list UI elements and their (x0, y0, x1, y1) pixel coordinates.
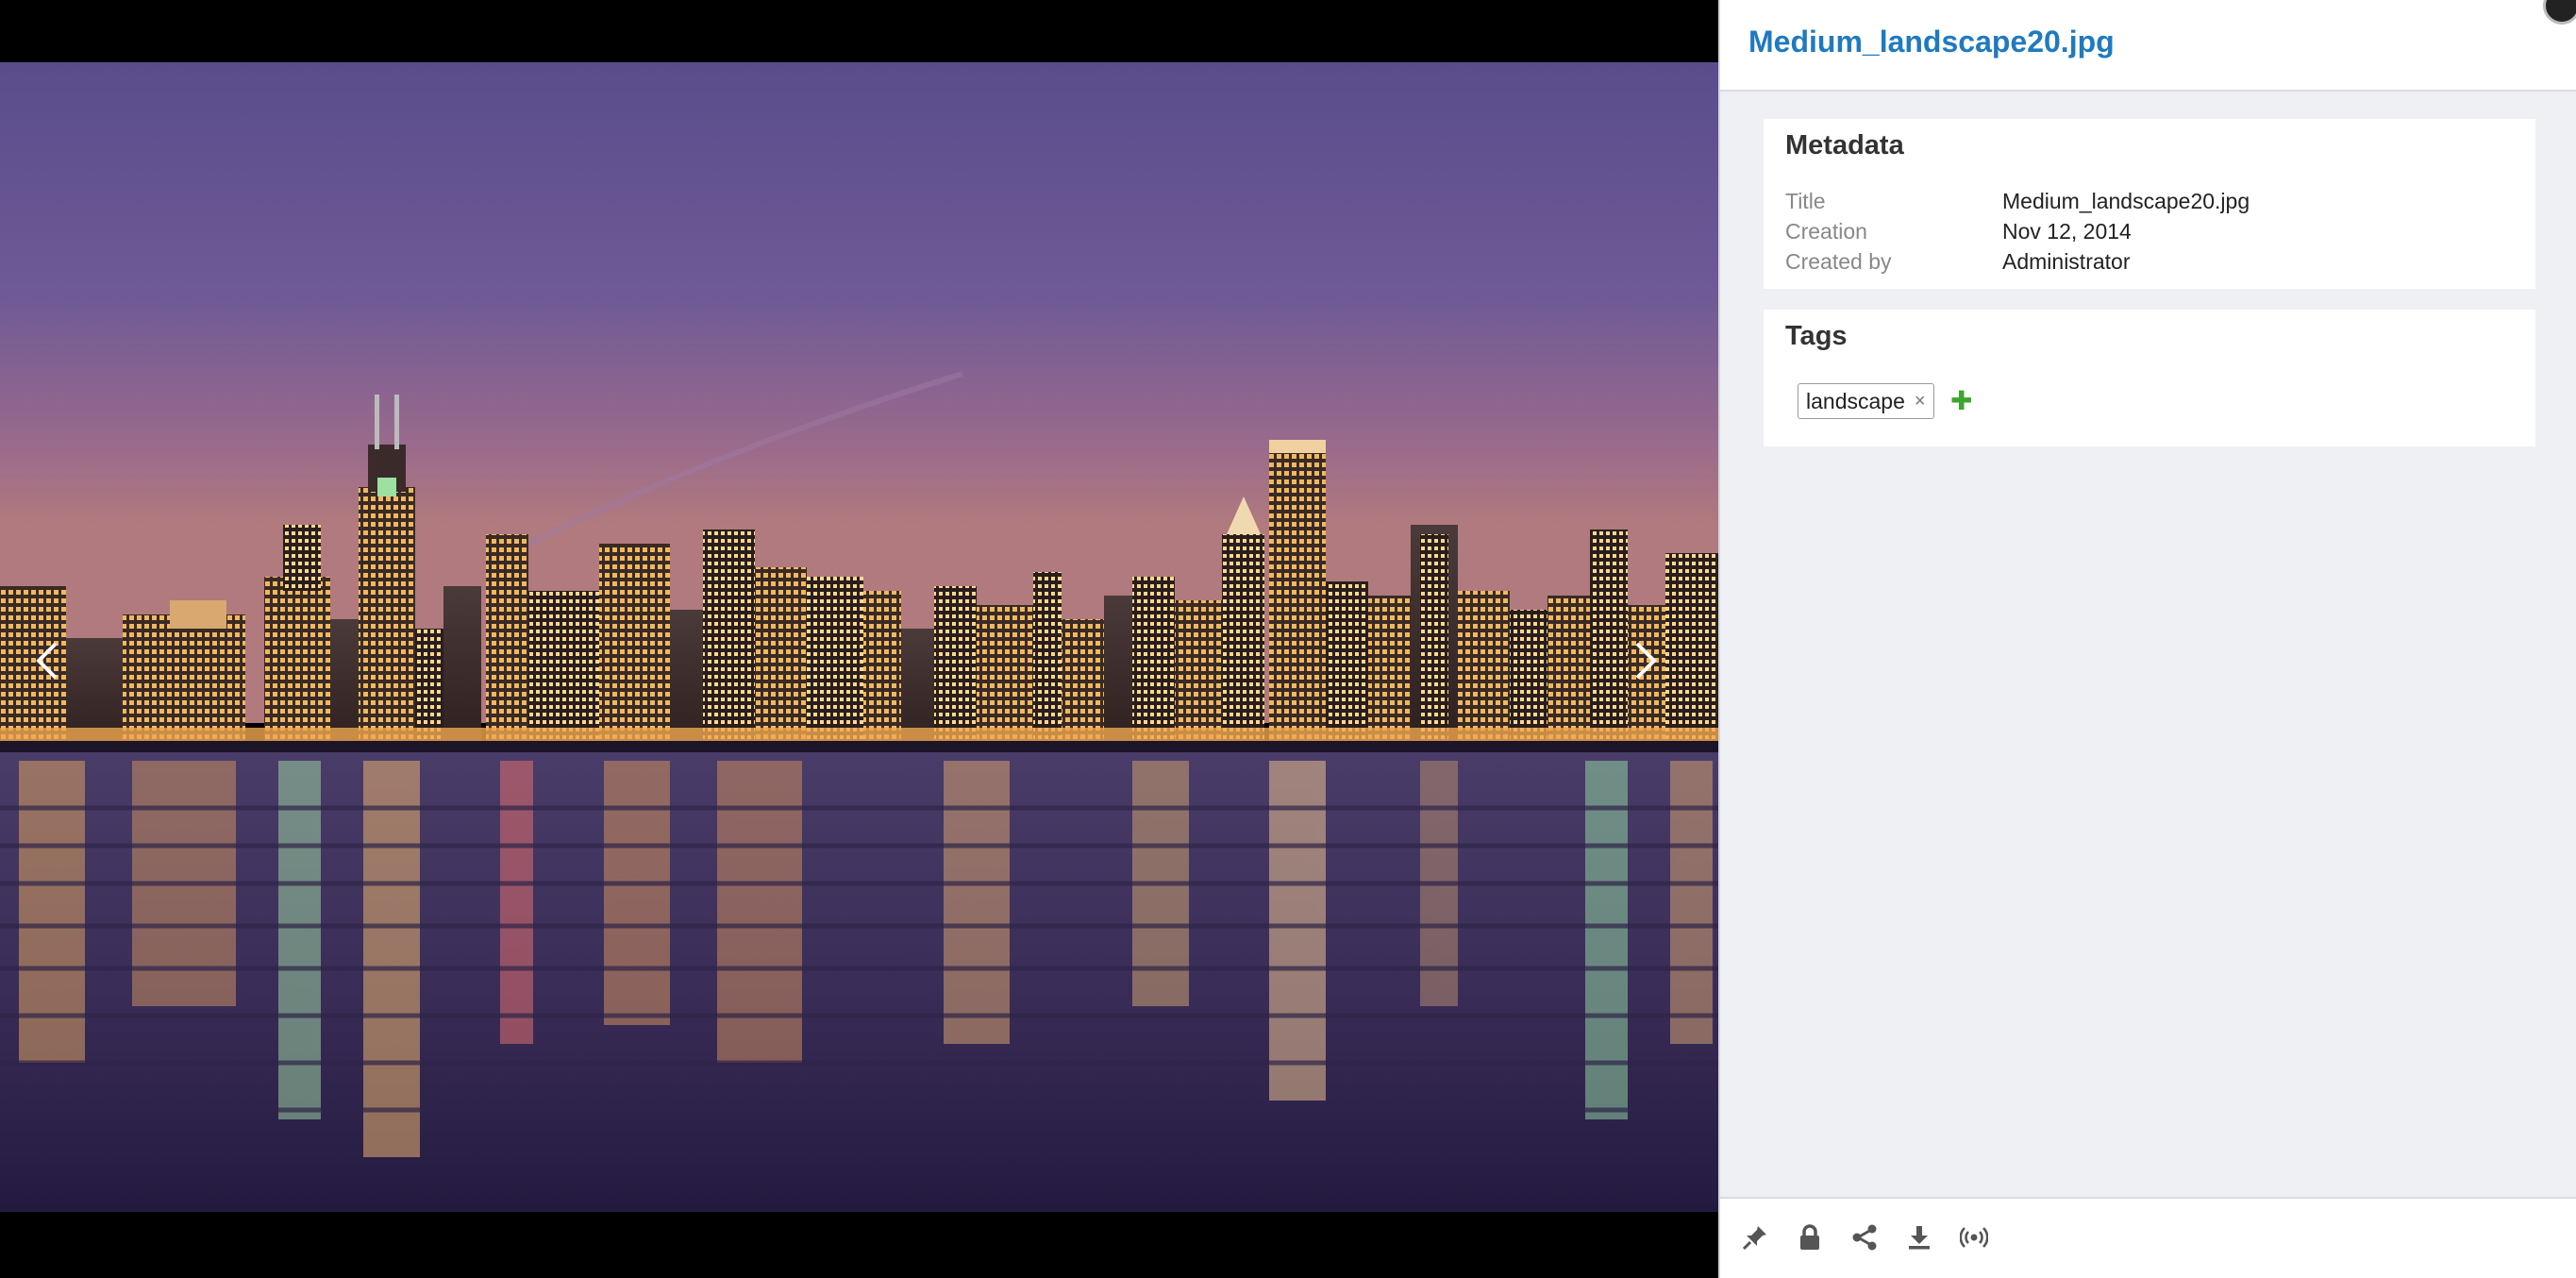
share-icon (1852, 1224, 1877, 1251)
broadcast-button[interactable] (1958, 1221, 1990, 1253)
preview-image (0, 62, 1718, 1212)
pin-button[interactable] (1739, 1221, 1771, 1253)
close-button[interactable] (2543, 0, 2576, 25)
pin-icon (1742, 1226, 1766, 1251)
tag-label: landscape (1806, 388, 1905, 413)
tags-heading: Tags (1785, 321, 1848, 351)
metadata-label: Creation (1785, 219, 1867, 244)
chevron-right-icon (1635, 642, 1657, 680)
file-title-link[interactable]: Medium_landscape20.jpg (1748, 25, 2115, 59)
metadata-label: Created by (1785, 249, 1892, 274)
metadata-card: Metadata Title Medium_landscape20.jpg Cr… (1764, 119, 2535, 289)
add-tag-icon[interactable]: ✚ (1950, 385, 1972, 417)
panel-header: Medium_landscape20.jpg (1720, 0, 2576, 92)
metadata-heading: Metadata (1785, 130, 1904, 160)
lock-button[interactable] (1794, 1221, 1826, 1253)
remove-tag-icon[interactable]: × (1915, 392, 1926, 411)
broadcast-icon (1960, 1227, 1988, 1248)
download-button[interactable] (1903, 1221, 1935, 1253)
image-viewer (0, 0, 1718, 1278)
chevron-left-icon (36, 642, 58, 680)
share-button[interactable] (1848, 1221, 1881, 1253)
next-image-button[interactable] (1615, 623, 1676, 698)
tag-chip-landscape[interactable]: landscape × (1798, 383, 1934, 419)
lock-icon (1800, 1224, 1819, 1250)
metadata-value: Medium_landscape20.jpg (2002, 189, 2250, 213)
previous-image-button[interactable] (17, 623, 77, 698)
metadata-value: Nov 12, 2014 (2002, 219, 2132, 244)
download-icon (1909, 1226, 1930, 1250)
tags-card: Tags landscape × ✚ (1764, 310, 2535, 446)
metadata-label: Title (1785, 189, 1826, 213)
metadata-value: Administrator (2002, 249, 2131, 274)
panel-toolbar (1720, 1197, 2576, 1278)
details-panel: Medium_landscape20.jpg Metadata Title Me… (1718, 0, 2576, 1278)
